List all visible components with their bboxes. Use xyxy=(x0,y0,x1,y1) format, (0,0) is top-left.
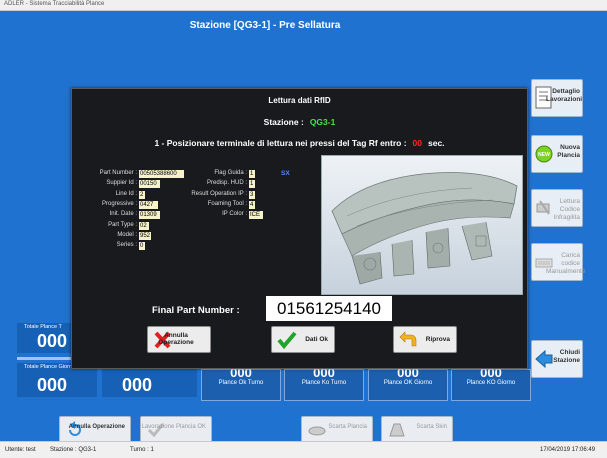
status-bar: Utente: test Stazione : QG3-1 Turno : 1 … xyxy=(0,441,607,458)
skin-discard-icon xyxy=(389,423,405,437)
status-user: Utente: test xyxy=(5,447,36,453)
button-label: Scarta Plancia xyxy=(328,424,367,430)
scarta-plancia-button[interactable]: Scarta Plancia xyxy=(301,416,373,443)
field-row: Series : xyxy=(72,242,137,250)
button-label: Riprova xyxy=(425,336,450,343)
plance-ok-turno: 000 Plance Ok Turno xyxy=(201,365,281,401)
dashboard-image xyxy=(321,155,523,295)
sidebar-nuova-plancia-button[interactable]: NEW Nuova Plancia xyxy=(531,135,583,173)
field-key: Result Operation IP : xyxy=(191,190,247,197)
field-key: Flag Guida : xyxy=(214,170,247,176)
plance-label: Plance OK Giorno xyxy=(383,380,433,386)
scarta-skin-button[interactable]: Scarta Skin xyxy=(381,416,453,443)
button-label: Scarta Skin xyxy=(416,424,447,430)
button-label: Lavorazione Plancia OK xyxy=(141,424,206,430)
field-key: Foaming Tool : xyxy=(207,200,247,207)
sidebar-label: Dettaglio Lavorazioni xyxy=(546,88,583,103)
field-value: ICE xyxy=(249,211,263,220)
field-row: Result Operation IP : xyxy=(72,191,247,199)
side-indicator: SX xyxy=(281,170,290,177)
window-title: ADLER - Sistema Tracciabilità Plance xyxy=(4,1,105,7)
field-value: 1 xyxy=(249,180,255,189)
field-key: Predisp. HUD : xyxy=(206,180,247,187)
status-station: Stazione : QG3-1 xyxy=(50,447,97,453)
button-label: Annulla Operazione xyxy=(158,332,194,346)
field-row: IP Color : xyxy=(72,211,247,219)
sidebar-label: Lettura Codice Infragilita xyxy=(553,198,580,221)
plance-label: Plance KO Giorno xyxy=(466,380,516,386)
lavorazione-plancia-ok-button[interactable]: Lavorazione Plancia OK xyxy=(140,416,212,443)
dialog-annulla-operazione-button[interactable]: Annulla Operazione xyxy=(147,326,211,353)
field-row: Part Type : xyxy=(72,222,137,230)
plance-ko-giorno: 000 Plance KO Giorno xyxy=(451,365,531,401)
field-row: Foaming Tool : xyxy=(72,201,247,209)
button-label: Dati Ok xyxy=(305,336,328,343)
annulla-operazione-button[interactable]: Annulla Operazione xyxy=(59,416,131,443)
field-value: 952 xyxy=(139,231,151,240)
countdown-seconds: 00 xyxy=(412,138,422,148)
sidebar-lettura-codice-button[interactable]: Lettura Codice Infragilita xyxy=(531,189,583,227)
final-part-number-label: Final Part Number : xyxy=(152,305,240,316)
field-row: Model : xyxy=(72,232,137,240)
retry-arrow-icon xyxy=(399,331,417,347)
button-label: Annulla Operazione xyxy=(68,424,125,430)
totale-giorno-value: 000 xyxy=(37,375,68,395)
totale-turno-label: Totale Plance T xyxy=(24,324,62,330)
plance-label: Plance Ok Turno xyxy=(218,380,264,386)
status-datetime: 17/04/2019 17:06:49 xyxy=(540,447,596,453)
rfid-dialog: Lettura dati RfID Stazione : QG3-1 1 - Po… xyxy=(71,88,528,369)
dialog-message: 1 - Posizionare terminale di lettura nei… xyxy=(72,138,527,148)
plance-ko-turno: 000 Plance Ko Turno xyxy=(284,365,364,401)
dialog-station: Stazione : QG3-1 xyxy=(72,117,527,127)
field-key: Series : xyxy=(116,242,137,249)
field-value: 4 xyxy=(249,200,255,209)
screen-title: Stazione [QG3-1] - Pre Sellatura xyxy=(189,20,341,31)
field-key: Part Type : xyxy=(108,221,137,228)
field-row: Predisp. HUD : xyxy=(72,180,247,188)
dialog-message-text: 1 - Posizionare terminale di lettura nei… xyxy=(154,138,407,148)
field-value: 1 xyxy=(249,170,255,178)
dashboard-discard-icon xyxy=(308,426,326,436)
dialog-dati-ok-button[interactable]: Dati Ok xyxy=(271,326,335,353)
totale-giorno-label: Totale Plance Giorno xyxy=(24,364,76,370)
dialog-title: Lettura dati RfID xyxy=(268,96,331,105)
window-titlebar: ADLER - Sistema Tracciabilità Plance xyxy=(0,0,607,11)
dashboard-render xyxy=(322,156,522,294)
sidebar-label: Nuova Plancia xyxy=(557,144,580,159)
field-value: 0 xyxy=(139,242,145,251)
sidebar-dettaglio-lavorazioni-button[interactable]: Dettaglio Lavorazioni xyxy=(531,79,583,117)
dialog-station-code: QG3-1 xyxy=(309,117,336,127)
sidebar-carica-codice-button[interactable]: Carica codice Manualmente xyxy=(531,243,586,281)
dialog-station-label: Stazione : xyxy=(263,117,304,127)
totale-turno-box: Totale Plance T 000 xyxy=(17,323,77,353)
field-key: Model : xyxy=(117,231,137,238)
countdown-unit: sec. xyxy=(428,138,445,148)
plance-ok-giorno: 000 Plance OK Giorno xyxy=(368,365,448,401)
sidebar-chiudi-stazione-button[interactable]: Chiudi Stazione xyxy=(531,340,583,378)
check-icon xyxy=(277,331,297,349)
field-value: 02 xyxy=(139,221,149,230)
dialog-riprova-button[interactable]: Riprova xyxy=(393,326,457,353)
sidebar-label: Chiudi Stazione xyxy=(553,349,580,364)
field-value: 3 xyxy=(249,190,255,199)
totale-ko-giorno-value: 000 xyxy=(122,375,153,395)
totale-turno-value: 000 xyxy=(37,331,68,351)
plance-label: Plance Ko Turno xyxy=(301,380,347,386)
sidebar-label: Carica codice Manualmente xyxy=(546,252,586,275)
field-key: IP Color : xyxy=(222,211,247,218)
final-part-number-value: 01561254140 xyxy=(266,296,392,321)
status-shift: Turno : 1 xyxy=(130,447,154,453)
field-row: Flag Guida : xyxy=(72,170,247,178)
